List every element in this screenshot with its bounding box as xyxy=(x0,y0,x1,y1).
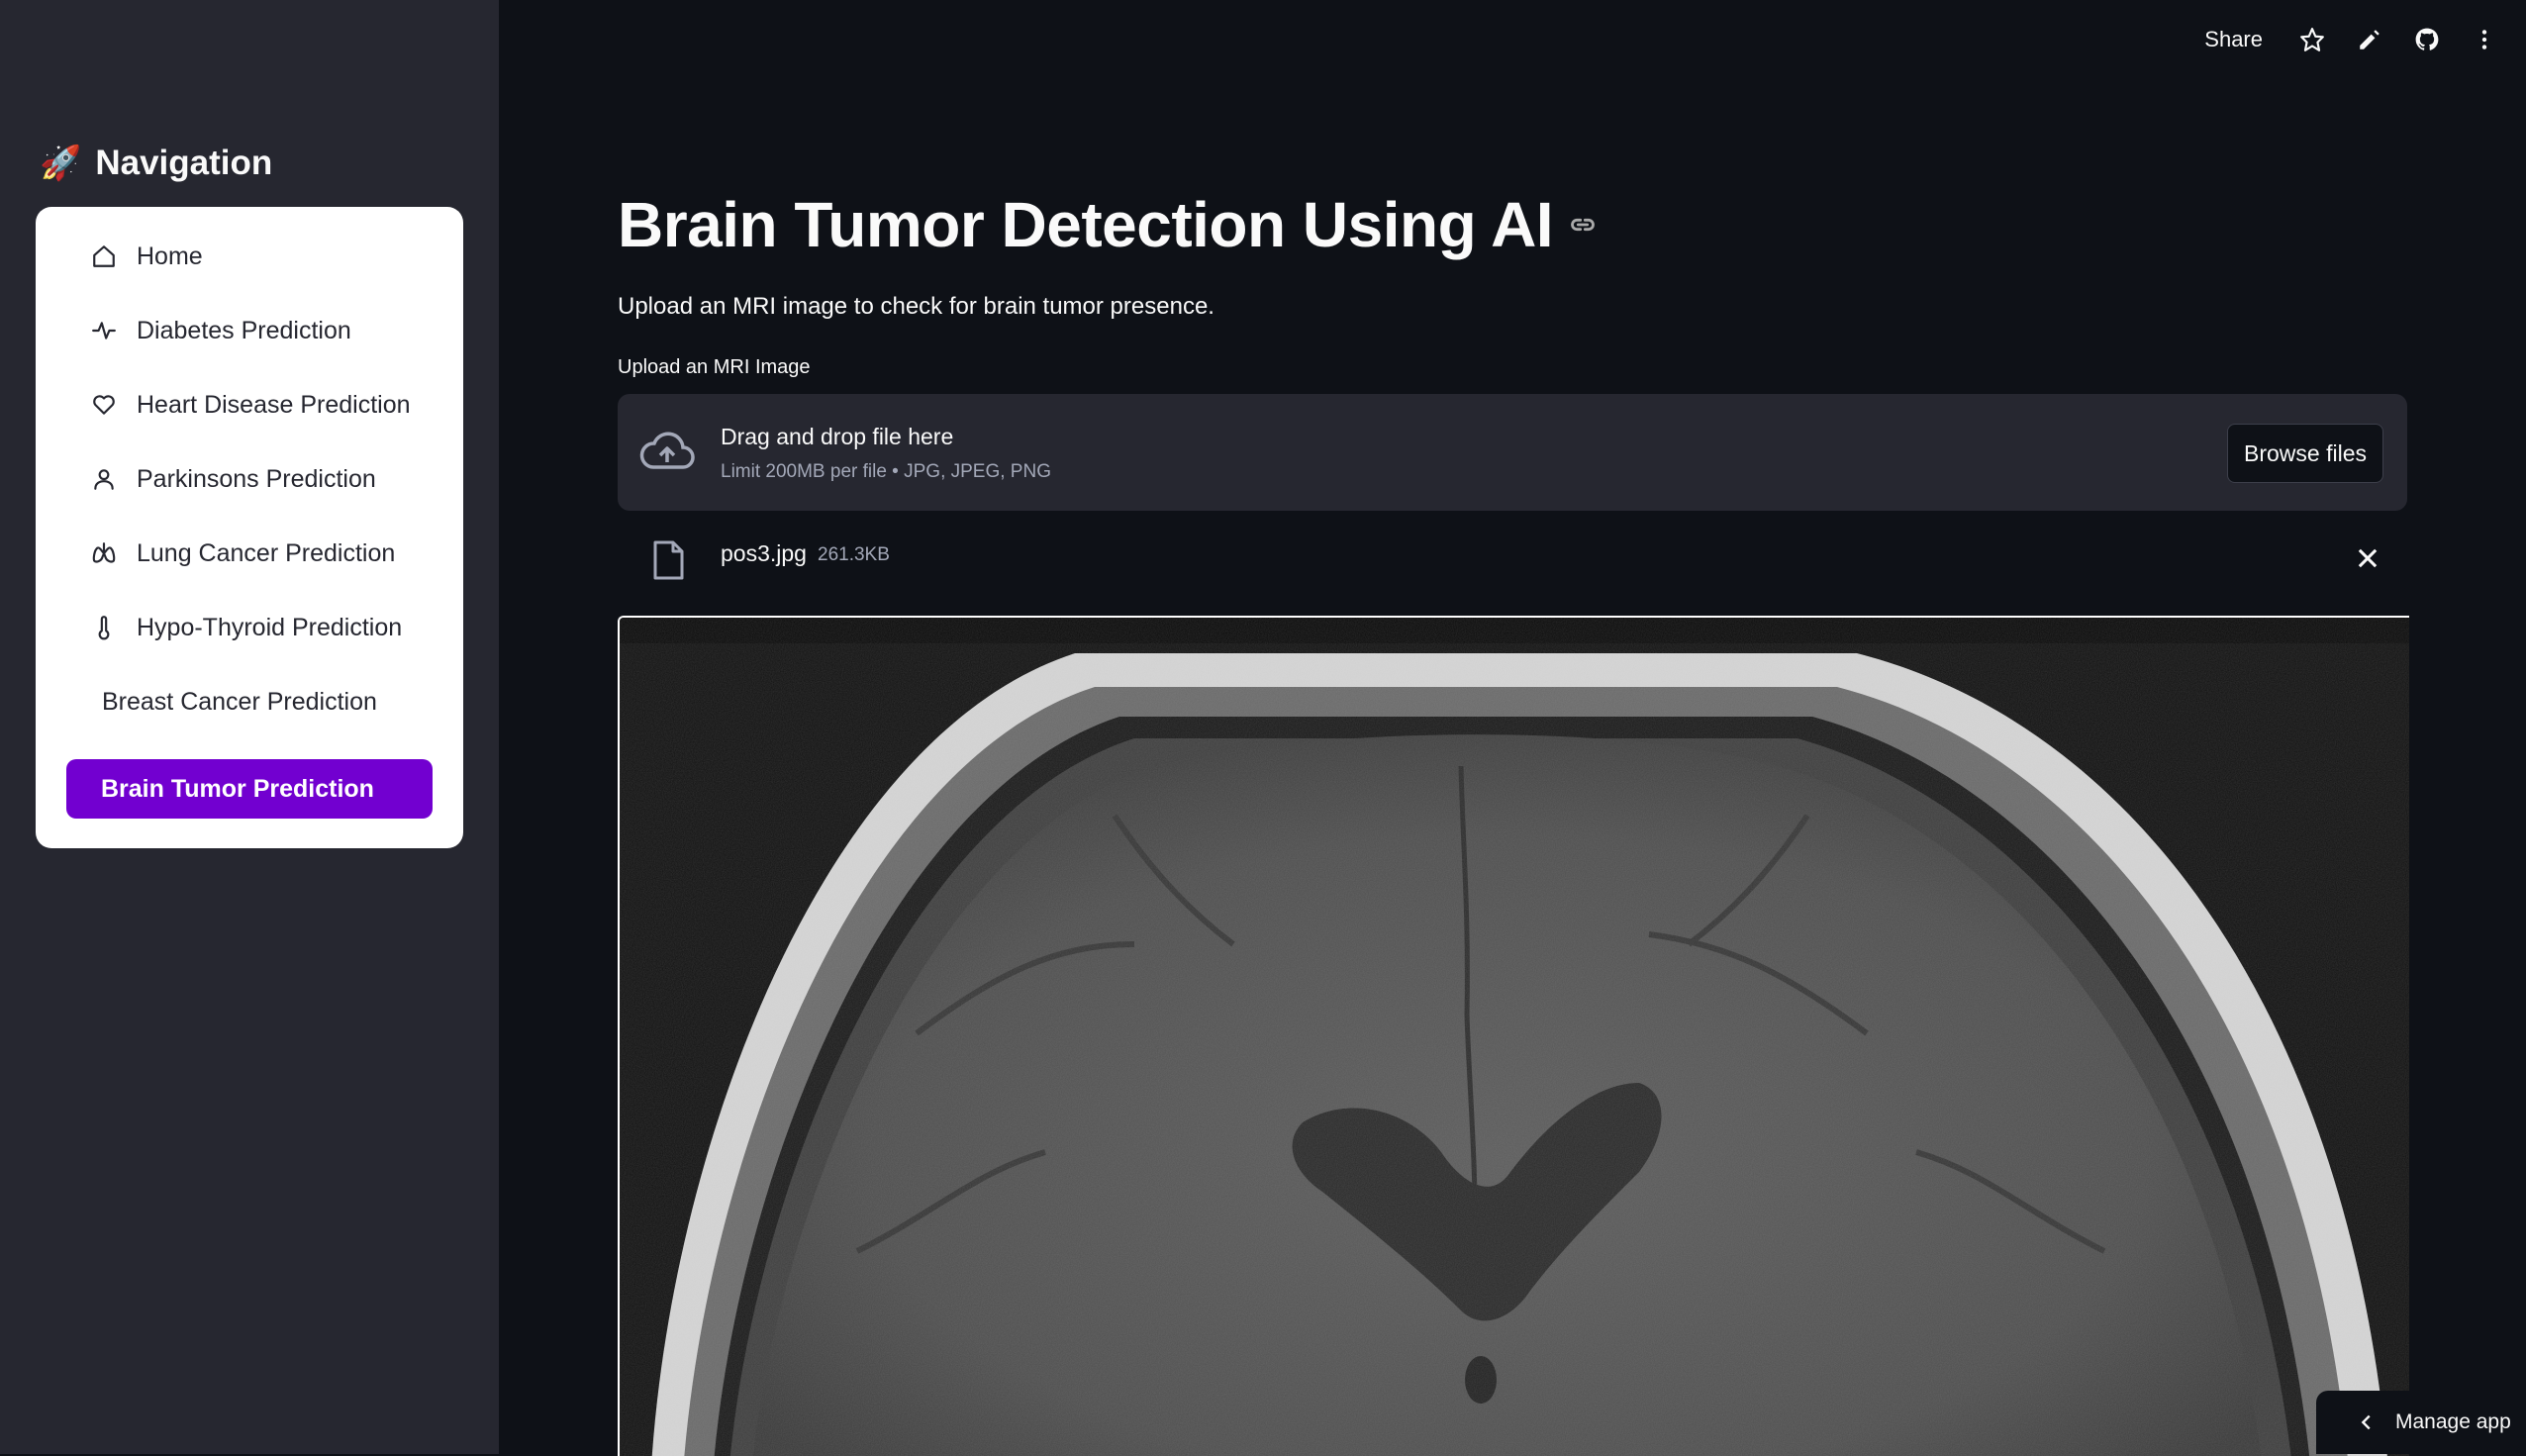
sidebar-item-label: Lung Cancer Prediction xyxy=(137,538,396,567)
sidebar-item-label: Home xyxy=(137,242,203,270)
page-subtitle: Upload an MRI image to check for brain t… xyxy=(618,293,1214,320)
mri-image xyxy=(618,616,2409,1456)
header-actions: Share xyxy=(2204,26,2498,53)
sidebar-item-diabetes[interactable]: Diabetes Prediction xyxy=(67,303,434,358)
manage-app-button[interactable]: Manage app xyxy=(2316,1391,2526,1454)
sidebar-item-label: Breast Cancer Prediction xyxy=(102,687,377,716)
app-header: Share xyxy=(499,0,2526,82)
browse-files-button[interactable]: Browse files xyxy=(2227,424,2383,483)
file-name: pos3.jpg xyxy=(721,540,807,566)
link-icon[interactable] xyxy=(1569,211,1597,239)
page-title: Brain Tumor Detection Using AI xyxy=(618,188,1597,261)
cloud-upload-icon xyxy=(639,432,695,469)
file-icon xyxy=(653,540,684,580)
github-icon[interactable] xyxy=(2413,26,2441,53)
activity-icon xyxy=(89,316,119,345)
rocket-icon: 🚀 xyxy=(40,145,82,182)
sidebar-item-parkinsons[interactable]: Parkinsons Prediction xyxy=(67,451,434,507)
sidebar-item-home[interactable]: Home xyxy=(67,229,434,284)
sidebar-heading: 🚀 Navigation xyxy=(40,139,272,188)
share-button[interactable]: Share xyxy=(2204,27,2263,52)
sidebar-item-label: Hypo-Thyroid Prediction xyxy=(137,613,403,641)
heart-icon xyxy=(89,390,119,420)
sidebar-item-label: Parkinsons Prediction xyxy=(137,464,376,493)
close-icon xyxy=(2358,548,2378,568)
uploader-label: Upload an MRI Image xyxy=(618,356,811,378)
sidebar: 🚀 Navigation Home Diabetes Prediction He… xyxy=(0,0,499,1454)
lungs-icon xyxy=(89,538,119,568)
nav-menu: Home Diabetes Prediction Heart Disease P… xyxy=(36,207,463,848)
file-dropzone[interactable]: Drag and drop file here Limit 200MB per … xyxy=(618,394,2407,511)
sidebar-item-breast-cancer[interactable]: Breast Cancer Prediction xyxy=(67,674,434,729)
sidebar-item-hypo-thyroid[interactable]: Hypo-Thyroid Prediction xyxy=(67,600,434,655)
mri-scan-image xyxy=(620,618,2409,1456)
manage-app-label: Manage app xyxy=(2395,1410,2511,1433)
star-icon[interactable] xyxy=(2298,26,2326,53)
thermometer-icon xyxy=(89,613,119,642)
sidebar-title: Navigation xyxy=(95,144,273,182)
more-vertical-icon[interactable] xyxy=(2471,26,2498,53)
sidebar-item-label: Brain Tumor Prediction xyxy=(101,774,374,803)
remove-file-button[interactable] xyxy=(2354,544,2383,574)
file-size: 261.3KB xyxy=(818,544,890,565)
dropzone-limit-text: Limit 200MB per file • JPG, JPEG, PNG xyxy=(721,461,1051,482)
sidebar-item-lung-cancer[interactable]: Lung Cancer Prediction xyxy=(67,526,434,581)
house-icon xyxy=(89,242,119,271)
sidebar-item-label: Diabetes Prediction xyxy=(137,316,351,344)
pencil-icon[interactable] xyxy=(2356,26,2383,53)
sidebar-item-label: Heart Disease Prediction xyxy=(137,390,411,419)
dropzone-instructions: Drag and drop file here xyxy=(721,424,954,449)
person-icon xyxy=(89,464,119,494)
sidebar-item-brain-tumor[interactable]: Brain Tumor Prediction xyxy=(66,759,433,819)
page-title-text: Brain Tumor Detection Using AI xyxy=(618,189,1554,260)
uploaded-file-row: pos3.jpg 261.3KB xyxy=(618,531,2407,586)
sidebar-item-heart-disease[interactable]: Heart Disease Prediction xyxy=(67,377,434,433)
chevron-left-icon xyxy=(2361,1414,2371,1430)
